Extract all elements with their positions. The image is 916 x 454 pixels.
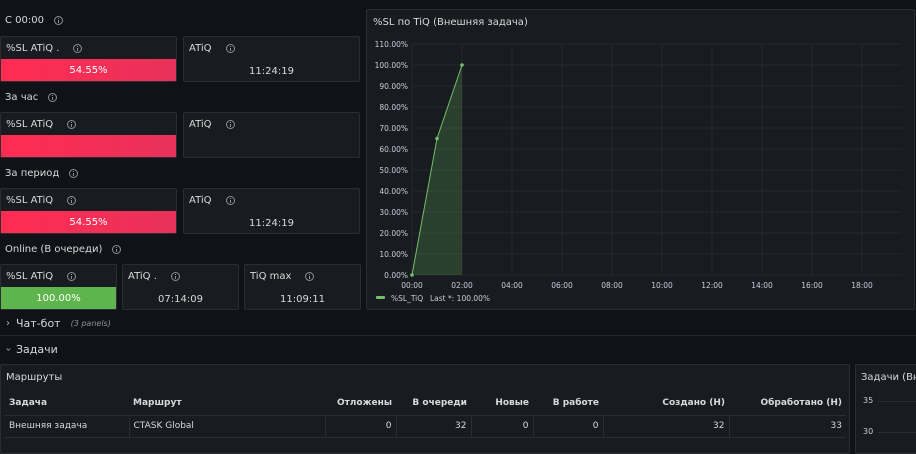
col-header-queued[interactable]: В очереди <box>396 391 471 416</box>
y-tick-label: 10.00% <box>379 250 408 259</box>
sl-value-bar: 100.00% <box>1 287 116 309</box>
atiq-value: 07:14:09 <box>158 294 203 305</box>
x-tick-label: 12:00 <box>701 281 723 290</box>
x-tick-label: 18:00 <box>851 281 873 290</box>
info-icon[interactable] <box>225 44 235 53</box>
x-tick-label: 08:00 <box>601 281 623 290</box>
info-icon[interactable] <box>48 93 58 102</box>
col-header-route[interactable]: Маршрут <box>129 391 325 416</box>
routes-title: Маршруты <box>6 372 63 383</box>
sl-value-bar: 54.55% <box>1 59 176 81</box>
row-tasks[interactable]: › Задачи <box>2 343 58 356</box>
y-tick-label: 50.00% <box>379 166 408 175</box>
chevron-right-icon: › <box>6 318 10 329</box>
y-tick-label: 30.00% <box>379 208 408 217</box>
routes-table: Задача Маршрут Отложены В очереди Новые … <box>5 391 846 438</box>
cell-task: Внешняя задача <box>5 415 130 438</box>
panel-atiq-1[interactable]: ATiQ 11:24:19 <box>183 36 360 82</box>
cell-processed: 33 <box>729 415 846 438</box>
y-tick-label: 20.00% <box>379 229 408 238</box>
x-tick-label: 10:00 <box>651 281 673 290</box>
info-icon[interactable] <box>170 272 180 281</box>
grid-line <box>878 432 916 433</box>
info-icon[interactable] <box>225 120 235 129</box>
chart-panel[interactable]: %SL по TiQ (Внешняя задача) 0.00% 10.00% 2… <box>366 9 915 310</box>
cell-route: CTASK Global <box>129 415 326 438</box>
col-header-created[interactable]: Создано (Н) <box>603 391 729 416</box>
section-per-period: За период <box>5 168 79 179</box>
section-since-midnight: С 00:00 <box>5 15 63 26</box>
x-tick-label: 06:00 <box>551 281 573 290</box>
info-icon[interactable] <box>225 196 235 205</box>
sl-value-bar <box>1 135 176 157</box>
y-tick-label: 70.00% <box>379 124 408 133</box>
row-chatbot[interactable]: › Чат-бот (3 panels) <box>6 317 111 330</box>
x-tick-label: 16:00 <box>801 281 823 290</box>
series-point <box>410 273 414 277</box>
info-icon[interactable] <box>73 44 83 53</box>
col-header-in-progress[interactable]: В работе <box>533 391 603 416</box>
x-tick-label: 14:00 <box>751 281 773 290</box>
cell-queued: 32 <box>396 415 472 438</box>
x-tick-label: 02:00 <box>451 281 473 290</box>
panel-atiq-4[interactable]: ATiQ . 07:14:09 <box>122 264 239 310</box>
info-icon[interactable] <box>67 196 77 205</box>
series-point <box>460 63 464 67</box>
tiq-max-value: 11:09:11 <box>280 294 325 305</box>
chart-svg: 0.00% 10.00% 20.00% 30.00% 40.00% 50.00% 60.00… <box>375 40 902 303</box>
atiq-value: 11:24:19 <box>249 218 294 229</box>
x-tick-label: 04:00 <box>501 281 523 290</box>
y-tick-label: 40.00% <box>379 187 408 196</box>
atiq-value: 11:24:19 <box>249 66 294 77</box>
routes-panel[interactable]: Маршруты Задача Маршрут Отложены В очере… <box>0 364 850 454</box>
y-tick-label: 100.00% <box>375 61 408 70</box>
tasks-y-label: 30 <box>863 427 874 436</box>
table-header-row: Задача Маршрут Отложены В очереди Новые … <box>5 391 846 416</box>
cell-in-progress: 0 <box>533 415 604 438</box>
cell-created: 32 <box>603 415 730 438</box>
panel-sl-atiq-2[interactable]: %SL ATiQ <box>0 112 177 158</box>
cell-new: 0 <box>471 415 534 438</box>
sl-value-bar: 54.55% <box>1 211 176 233</box>
y-tick-label: 80.00% <box>379 103 408 112</box>
panel-tiq-max[interactable]: TiQ max 11:09:11 <box>244 264 361 310</box>
info-icon[interactable] <box>305 272 315 281</box>
panel-atiq-2[interactable]: ATiQ <box>183 112 360 158</box>
panel-sl-atiq-3[interactable]: %SL ATiQ 54.55% <box>0 188 177 234</box>
tasks-panel-title: Задачи (Вне <box>861 372 916 383</box>
chevron-down-icon: › <box>2 347 14 352</box>
panel-sl-atiq-4[interactable]: %SL ATiQ 100.00% <box>0 264 117 310</box>
table-row[interactable]: Внешняя задача CTASK Global 0 32 0 0 32 … <box>5 415 846 438</box>
y-tick-label: 110.00% <box>375 40 408 49</box>
info-icon[interactable] <box>112 245 122 254</box>
info-icon[interactable] <box>67 272 77 281</box>
legend-label: %SL_TiQ <box>391 294 423 303</box>
info-icon[interactable] <box>69 169 79 178</box>
cell-postponed: 0 <box>325 415 397 438</box>
row-divider <box>0 335 916 336</box>
panel-sl-atiq-1[interactable]: %SL ATiQ . 54.55% <box>0 36 177 82</box>
section-online: Online (В очереди) <box>5 244 122 255</box>
col-header-postponed[interactable]: Отложены <box>325 391 396 416</box>
info-icon[interactable] <box>53 16 63 25</box>
col-header-task[interactable]: Задача <box>5 391 129 416</box>
y-tick-label: 0.00% <box>384 271 408 280</box>
grid-line <box>878 401 916 402</box>
tasks-y-label: 35 <box>863 396 874 405</box>
y-tick-label: 90.00% <box>379 82 408 91</box>
info-icon[interactable] <box>67 120 77 129</box>
section-per-hour: За час <box>5 92 58 103</box>
legend-swatch <box>376 296 385 299</box>
x-tick-label: 00:00 <box>401 281 423 290</box>
legend-last-value: Last *: 100.00% <box>430 294 490 303</box>
col-header-new[interactable]: Новые <box>471 391 533 416</box>
series-point <box>435 136 439 141</box>
y-tick-label: 60.00% <box>379 145 408 154</box>
col-header-processed[interactable]: Обработано (Н) <box>729 391 846 416</box>
tasks-external-panel[interactable]: Задачи (Вне 35 30 <box>855 364 916 454</box>
panel-atiq-3[interactable]: ATiQ 11:24:19 <box>183 188 360 234</box>
